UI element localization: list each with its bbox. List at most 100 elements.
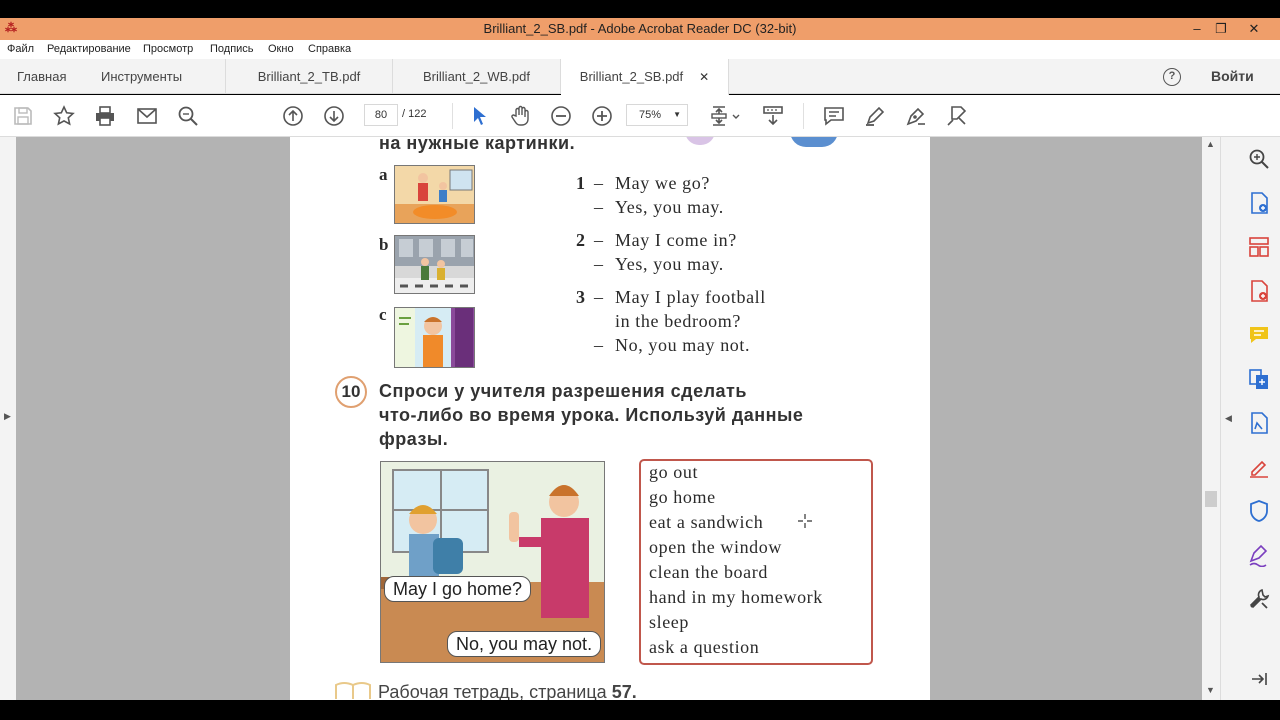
phrase-item: sleep <box>649 612 689 632</box>
exercise-instruction-top: на нужные картинки. <box>379 137 576 153</box>
tab-document-tb[interactable]: Brilliant_2_TB.pdf <box>225 59 393 94</box>
search-icon[interactable] <box>176 104 200 128</box>
menu-file[interactable]: Файл <box>7 43 34 55</box>
decorative-illustration <box>685 137 715 145</box>
restore-button[interactable]: ❐ <box>1207 19 1235 39</box>
scrollbar-thumb[interactable] <box>1205 491 1217 507</box>
menu-edit[interactable]: Редактирование <box>47 43 131 55</box>
text-cursor-icon <box>798 514 812 528</box>
organize-pages-icon[interactable] <box>1247 235 1271 259</box>
exercise-instruction-line-2: что-либо во время урока. Используй данны… <box>379 405 804 425</box>
left-panel-toggle[interactable]: ▶ <box>0 137 16 700</box>
zoom-in-icon[interactable] <box>590 104 614 128</box>
menu-window[interactable]: Окно <box>268 43 294 55</box>
speech-bubble-teacher: No, you may not. <box>447 631 602 657</box>
signin-button[interactable]: Войти <box>1211 68 1254 84</box>
fit-page-icon[interactable] <box>709 104 743 128</box>
page-total: / 122 <box>402 108 427 120</box>
menu-sign[interactable]: Подпись <box>210 43 254 55</box>
page-number-input[interactable]: 80 <box>364 104 398 126</box>
tab-document-sb[interactable]: Brilliant_2_SB.pdf ✕ <box>561 59 729 95</box>
zoom-level-select[interactable]: 75% ▼ <box>626 104 688 126</box>
tab-bar: Главная Инструменты Brilliant_2_TB.pdf B… <box>0 59 1280 95</box>
combine-files-icon[interactable] <box>1247 367 1271 391</box>
comment-icon[interactable] <box>822 104 846 128</box>
decorative-illustration <box>790 137 838 147</box>
workbook-reference-page: 57. <box>611 682 637 700</box>
phrase-item: go out <box>649 462 699 482</box>
tab-document-wb[interactable]: Brilliant_2_WB.pdf <box>393 59 561 94</box>
pdf-page: на нужные картинки. a b c 1 – May we go?… <box>290 137 930 700</box>
dialog-3-number: 3 <box>576 287 585 307</box>
tab-tools[interactable]: Инструменты <box>101 59 182 94</box>
export-pdf-icon[interactable] <box>1247 191 1271 215</box>
hand-tool-icon[interactable] <box>508 104 532 128</box>
tab-home[interactable]: Главная <box>17 59 66 94</box>
next-page-icon[interactable] <box>322 104 346 128</box>
phrase-item: ask a question <box>649 637 760 657</box>
fill-sign-tool-icon[interactable] <box>1247 455 1271 479</box>
picture-label-a: a <box>379 165 388 184</box>
picture-c <box>394 307 475 368</box>
toolbar: 80 / 122 75% ▼ <box>0 95 1280 137</box>
create-pdf-icon[interactable] <box>1247 279 1271 303</box>
scroll-mode-icon[interactable] <box>761 104 785 128</box>
protect-icon[interactable] <box>1247 499 1271 523</box>
close-tab-icon[interactable]: ✕ <box>699 70 709 84</box>
fill-sign-icon[interactable] <box>945 104 969 128</box>
exercise-instruction-line-1: Спроси у учителя разрешения сделать <box>379 381 747 401</box>
sign-pen-icon[interactable] <box>904 104 928 128</box>
menu-view[interactable]: Просмотр <box>143 43 193 55</box>
phrase-item: open the window <box>649 537 782 557</box>
dialog-1-dash-2: – <box>594 197 603 217</box>
workbook-reference-text: Рабочая тетрадь, страница <box>378 682 607 700</box>
chevron-left-icon[interactable]: ◀ <box>1225 413 1232 424</box>
dialog-1-line-2: Yes, you may. <box>615 197 724 217</box>
dialog-3-dash-2: – <box>594 335 603 355</box>
select-cursor-icon[interactable] <box>467 104 491 128</box>
email-icon[interactable] <box>135 104 159 128</box>
vertical-scrollbar[interactable]: ▲ ▼ <box>1202 137 1220 700</box>
request-signature-icon[interactable] <box>1247 543 1271 568</box>
more-tools-icon[interactable] <box>1247 587 1271 611</box>
tab-document-sb-label: Brilliant_2_SB.pdf <box>579 69 684 84</box>
dialog-1-line-1: May we go? <box>615 173 710 193</box>
picture-b <box>394 235 475 294</box>
close-window-button[interactable]: ✕ <box>1240 19 1268 39</box>
comment-tool-icon[interactable] <box>1247 323 1271 347</box>
zoom-out-icon[interactable] <box>549 104 573 128</box>
exercise-number-badge: 10 <box>335 376 367 408</box>
dialog-3-line-1: May I play football <box>615 287 766 307</box>
phrase-item: clean the board <box>649 562 768 582</box>
dialog-2-line-2: Yes, you may. <box>615 254 724 274</box>
zoom-search-icon[interactable] <box>1247 147 1271 171</box>
menu-help[interactable]: Справка <box>308 43 351 55</box>
exercise-instruction-line-3: фразы. <box>379 429 449 449</box>
dialog-3-line-2: in the bedroom? <box>615 311 741 331</box>
workbook-reference: Рабочая тетрадь, страница 57. <box>378 682 637 700</box>
tools-pane: ◀ <box>1220 137 1280 700</box>
help-icon[interactable]: ? <box>1163 68 1181 86</box>
dialog-2-dash-2: – <box>594 254 603 274</box>
chevron-down-icon[interactable]: ▼ <box>1206 685 1215 695</box>
toolbar-divider <box>452 103 453 129</box>
screen-top-bar <box>0 0 1280 18</box>
zoom-level-value: 75% <box>639 109 662 121</box>
edit-pdf-icon[interactable] <box>1247 411 1271 435</box>
bookmark-star-icon[interactable] <box>52 104 76 128</box>
phrase-item: hand in my homework <box>649 587 823 607</box>
workbook-icon <box>334 679 372 700</box>
print-icon[interactable] <box>93 104 117 128</box>
previous-page-icon[interactable] <box>281 104 305 128</box>
chevron-up-icon[interactable]: ▲ <box>1206 139 1215 149</box>
picture-label-b: b <box>379 235 389 254</box>
save-icon[interactable] <box>11 104 35 128</box>
chevron-right-icon: ▶ <box>4 411 11 421</box>
document-viewer[interactable]: ▶ на нужные картинки. a b c 1 – May we g… <box>0 137 1222 700</box>
highlight-pen-icon[interactable] <box>863 104 887 128</box>
screen-bottom-bar <box>0 700 1280 720</box>
collapse-pane-icon[interactable] <box>1247 667 1271 691</box>
chevron-down-icon: ▼ <box>673 110 681 119</box>
toolbar-divider <box>803 103 804 129</box>
phrase-item: go home <box>649 487 716 507</box>
